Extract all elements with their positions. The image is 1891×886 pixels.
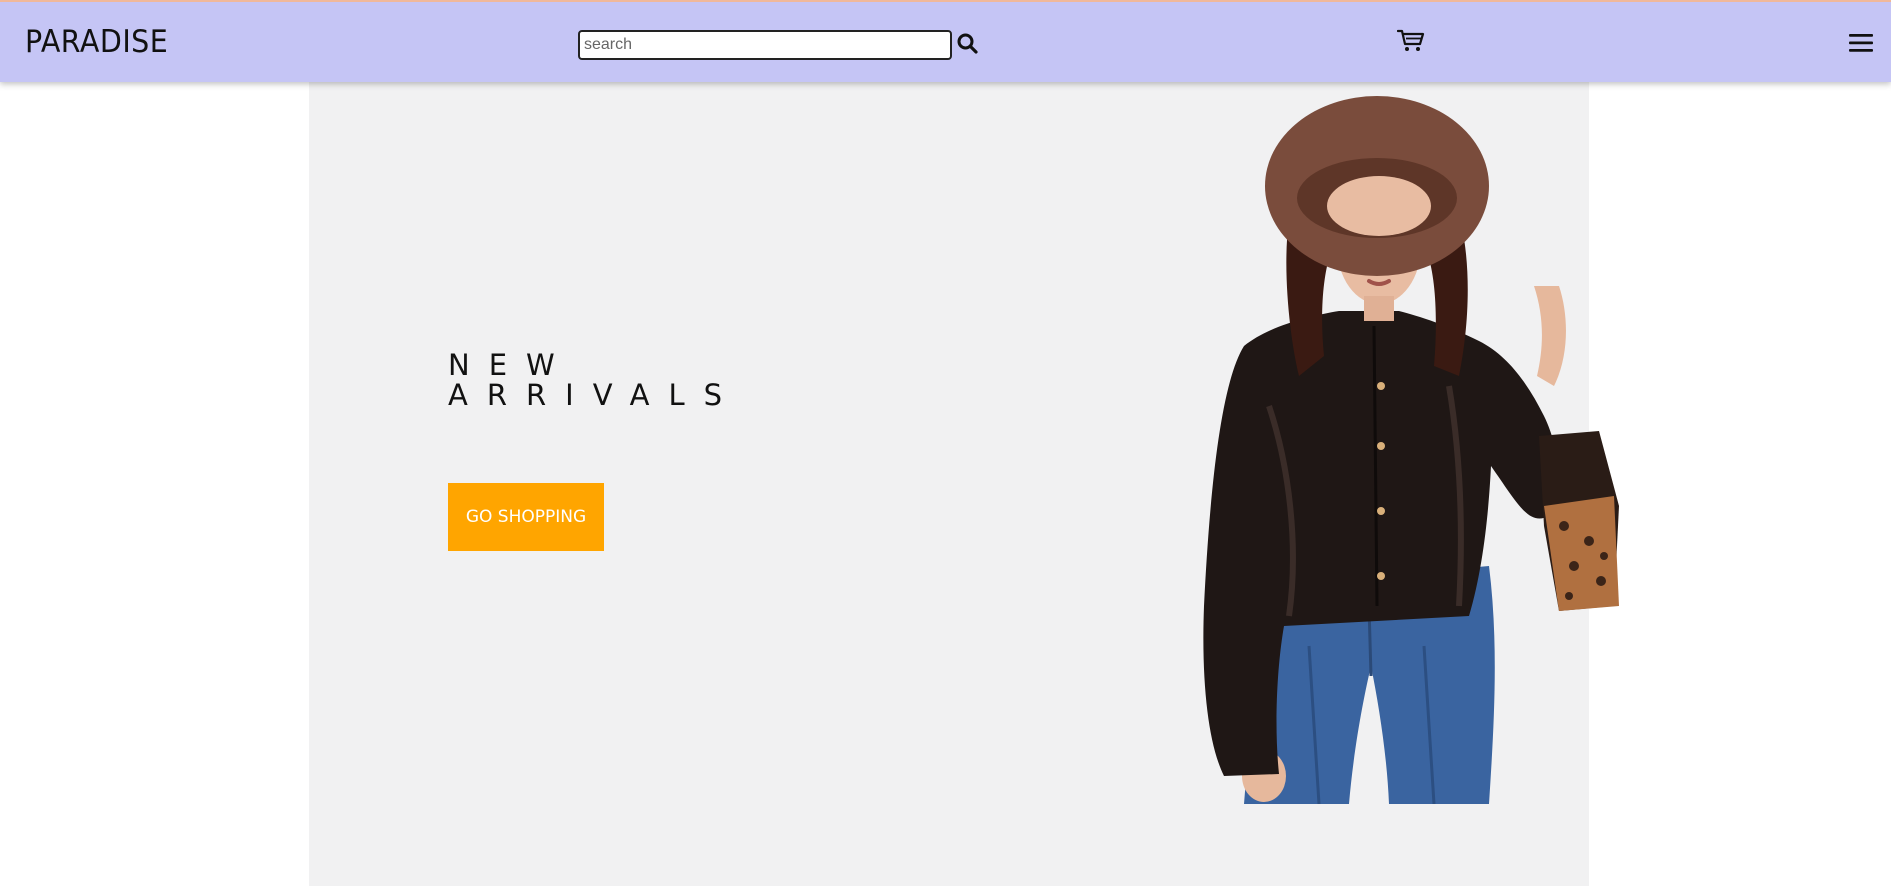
hero-headline: NEW ARRIVALS: [448, 350, 741, 410]
hamburger-menu-icon[interactable]: [1848, 31, 1874, 55]
headline-line-arrivals: ARRIVALS: [448, 378, 742, 412]
headline-line-new: NEW: [448, 348, 574, 382]
fashion-model-photo: [1203, 96, 1619, 804]
site-logo[interactable]: PARADISE: [25, 24, 168, 60]
top-navbar: PARADISE: [0, 0, 1891, 82]
cart-icon[interactable]: [1396, 28, 1425, 54]
hero-banner: NEW ARRIVALS GO SHOPPING: [309, 82, 1619, 886]
search-input[interactable]: [578, 30, 952, 60]
go-shopping-button[interactable]: GO SHOPPING: [448, 483, 604, 551]
search-icon[interactable]: [956, 31, 980, 57]
